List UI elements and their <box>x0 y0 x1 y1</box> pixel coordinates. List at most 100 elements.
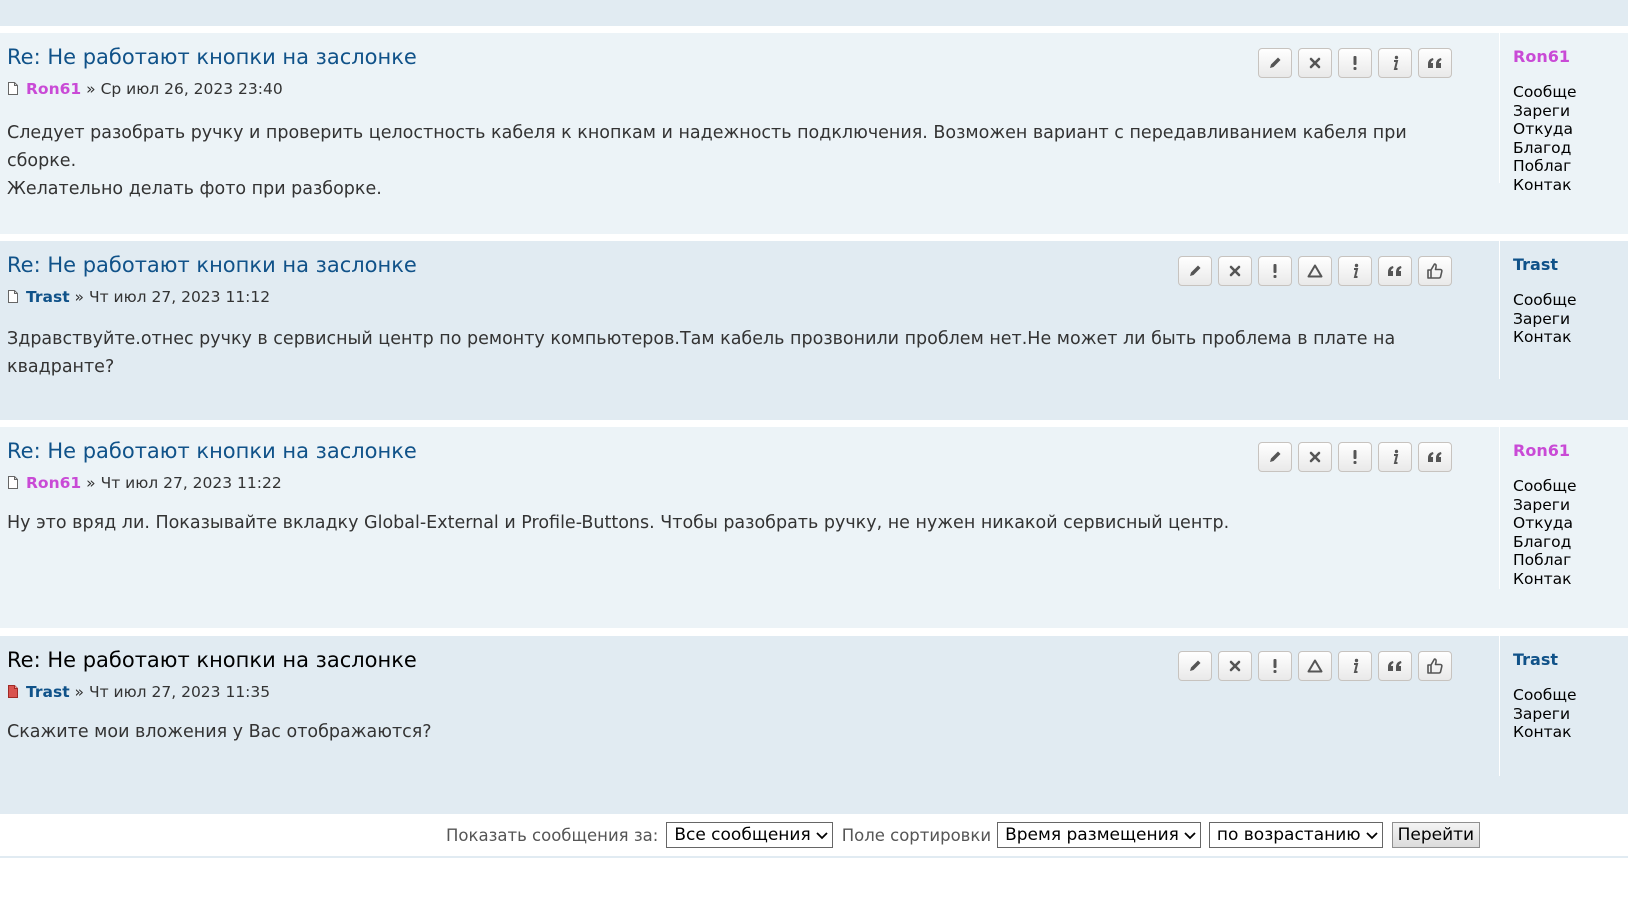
profile-line: Благод <box>1513 138 1572 157</box>
sort-field-label: Поле сортировки <box>841 825 992 845</box>
profile-line: Благод <box>1513 532 1572 551</box>
like-button[interactable] <box>1418 651 1452 681</box>
post-date: Чт июл 27, 2023 11:22 <box>100 474 282 492</box>
quote-button[interactable] <box>1418 442 1452 472</box>
profile-details: Сообще Зареги Контак <box>1513 686 1576 742</box>
chevron-down-icon <box>1365 825 1378 845</box>
post: Re: Не работают кнопки на заслонке Trast… <box>0 241 1628 420</box>
warn-button[interactable] <box>1298 651 1332 681</box>
profile-username[interactable]: Trast <box>1513 650 1558 669</box>
info-icon <box>1350 658 1360 674</box>
edit-button[interactable] <box>1178 256 1212 286</box>
info-icon <box>1390 449 1400 465</box>
post-date: Ср июл 26, 2023 23:40 <box>100 80 283 98</box>
post-title[interactable]: Re: Не работают кнопки на заслонке <box>7 45 417 69</box>
info-icon <box>1350 263 1360 279</box>
sort-order-value: по возрастанию <box>1216 825 1361 845</box>
delete-button[interactable] <box>1298 442 1332 472</box>
info-icon <box>1390 55 1400 71</box>
sort-bar: Показать сообщения за: Все сообщения Пол… <box>0 814 1628 858</box>
warn-button[interactable] <box>1298 256 1332 286</box>
profile-line: Сообще <box>1513 83 1577 101</box>
chevron-down-icon <box>816 825 828 845</box>
post-unread-icon <box>8 684 18 702</box>
thumbs-up-icon <box>1426 657 1444 675</box>
post-read-icon <box>8 289 18 307</box>
profile-username[interactable]: Ron61 <box>1513 47 1570 66</box>
post: Re: Не работают кнопки на заслонке Trast… <box>0 636 1628 814</box>
profile-line: Сообще <box>1513 686 1577 704</box>
post-content: Здравствуйте.отнес ручку в сервисный цен… <box>7 325 1427 381</box>
pencil-icon <box>1267 55 1283 71</box>
delete-button[interactable] <box>1298 48 1332 78</box>
report-icon <box>1352 449 1358 465</box>
profile-username[interactable]: Ron61 <box>1513 441 1570 460</box>
profile-line: Сообще <box>1513 477 1577 495</box>
post-title[interactable]: Re: Не работают кнопки на заслонке <box>7 648 417 672</box>
profile-line: Поблаг <box>1513 157 1572 175</box>
profile-details: Сообще Зареги Откуда Благод Поблаг Конта… <box>1513 83 1576 194</box>
post-title[interactable]: Re: Не работают кнопки на заслонке <box>7 439 417 463</box>
quote-button[interactable] <box>1378 651 1412 681</box>
profile-line: Зареги <box>1513 101 1571 120</box>
post-content: Ну это вряд ли. Показывайте вкладку Glob… <box>7 509 1427 537</box>
report-icon <box>1272 263 1278 279</box>
profile-username[interactable]: Trast <box>1513 255 1558 274</box>
profile-line: Откуда <box>1513 514 1573 532</box>
meta-separator: » <box>74 683 85 701</box>
post-text: Ну это вряд ли. Показывайте вкладку Glob… <box>7 513 1230 533</box>
profile-details: Сообще Зареги Контак <box>1513 291 1576 347</box>
profile-line: Зареги <box>1513 495 1571 514</box>
edit-button[interactable] <box>1178 651 1212 681</box>
meta-separator: » <box>74 288 85 306</box>
info-button[interactable] <box>1338 651 1372 681</box>
profile-line: Поблаг <box>1513 551 1572 569</box>
pencil-icon <box>1267 449 1283 465</box>
quote-button[interactable] <box>1418 48 1452 78</box>
profile-line: Сообще <box>1513 291 1577 309</box>
post-date: Чт июл 27, 2023 11:35 <box>88 683 271 701</box>
delete-icon <box>1229 265 1241 277</box>
delete-icon <box>1309 57 1321 69</box>
post-text: Следует разобрать ручку и проверить цело… <box>7 123 1407 171</box>
post-title[interactable]: Re: Не работают кнопки на заслонке <box>7 253 417 277</box>
go-button[interactable]: Перейти <box>1391 822 1481 848</box>
sort-order-select[interactable]: по возрастанию <box>1208 822 1383 848</box>
post-author[interactable]: Trast <box>26 683 70 701</box>
post-meta: Trast » Чт июл 27, 2023 11:12 <box>8 288 270 307</box>
post: Re: Не работают кнопки на заслонке Ron61… <box>0 33 1628 234</box>
meta-separator: » <box>86 80 96 98</box>
top-band <box>0 0 1628 26</box>
delete-button[interactable] <box>1218 651 1252 681</box>
edit-button[interactable] <box>1258 48 1292 78</box>
sort-field-select[interactable]: Время размещения <box>997 822 1201 848</box>
post-author[interactable]: Trast <box>26 288 70 306</box>
quote-icon <box>1427 57 1443 69</box>
chevron-down-icon <box>1184 825 1196 845</box>
report-button[interactable] <box>1258 651 1292 681</box>
info-button[interactable] <box>1378 442 1412 472</box>
warning-icon <box>1307 264 1323 278</box>
profile-line: Контак <box>1513 723 1572 741</box>
report-button[interactable] <box>1338 442 1372 472</box>
post-meta: Ron61 » Ср июл 26, 2023 23:40 <box>8 80 283 99</box>
delete-button[interactable] <box>1218 256 1252 286</box>
show-posts-select[interactable]: Все сообщения <box>666 822 833 848</box>
show-posts-value: Все сообщения <box>674 825 811 845</box>
post-text: Желательно делать фото при разборке. <box>7 179 382 199</box>
post: Re: Не работают кнопки на заслонке Ron61… <box>0 427 1628 628</box>
thumbs-up-icon <box>1426 262 1444 280</box>
report-button[interactable] <box>1338 48 1372 78</box>
post-read-icon <box>8 475 18 493</box>
post-buttons <box>1178 651 1452 681</box>
report-button[interactable] <box>1258 256 1292 286</box>
quote-button[interactable] <box>1378 256 1412 286</box>
like-button[interactable] <box>1418 256 1452 286</box>
post-read-icon <box>8 81 18 99</box>
edit-button[interactable] <box>1258 442 1292 472</box>
post-author[interactable]: Ron61 <box>26 474 81 492</box>
post-author[interactable]: Ron61 <box>26 80 81 98</box>
info-button[interactable] <box>1378 48 1412 78</box>
profile-line: Контак <box>1513 569 1572 588</box>
info-button[interactable] <box>1338 256 1372 286</box>
